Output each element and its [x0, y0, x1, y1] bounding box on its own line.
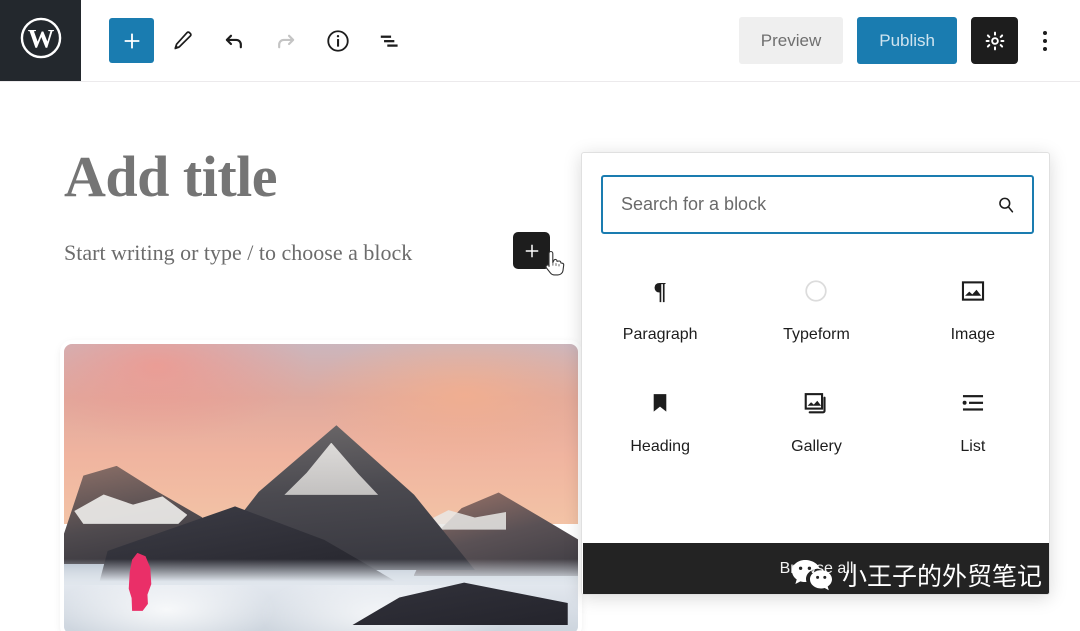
svg-text:W: W [27, 23, 54, 53]
block-label: Gallery [791, 438, 842, 456]
block-item-typeform[interactable]: Typeform [738, 268, 894, 352]
gear-icon [983, 29, 1007, 53]
more-options-button[interactable] [1032, 17, 1058, 64]
list-icon [959, 388, 987, 418]
mountain-photo [64, 344, 578, 631]
settings-button[interactable] [971, 17, 1018, 64]
image-block[interactable] [64, 344, 578, 631]
block-label: Paragraph [623, 326, 698, 344]
block-label: Heading [630, 438, 690, 456]
bookmark-icon [646, 388, 674, 418]
block-label: Typeform [783, 326, 850, 344]
list-view-icon [377, 28, 403, 54]
gallery-icon [802, 388, 830, 418]
paragraph-placeholder[interactable]: Start writing or type / to choose a bloc… [64, 240, 412, 266]
image-icon [959, 276, 987, 306]
block-type-grid: ¶ Paragraph Typeform [582, 268, 1050, 464]
post-title-placeholder[interactable]: Add title [64, 148, 277, 206]
tools-pencil-button[interactable] [158, 17, 206, 65]
three-dots-vertical-icon [1043, 31, 1047, 51]
block-label: Image [951, 326, 995, 344]
add-block-button[interactable] [109, 18, 154, 63]
search-input[interactable] [603, 194, 980, 215]
block-item-paragraph[interactable]: ¶ Paragraph [582, 268, 738, 352]
search-submit-button[interactable] [980, 177, 1032, 232]
circle-outline-icon [802, 276, 830, 306]
undo-button[interactable] [210, 17, 258, 65]
publish-button[interactable]: Publish [857, 17, 957, 64]
details-info-button[interactable] [314, 17, 362, 65]
pilcrow-icon: ¶ [646, 276, 674, 306]
block-search-field[interactable] [601, 175, 1034, 234]
toolbar-left-group [109, 17, 414, 65]
plus-icon [121, 30, 143, 52]
list-view-button[interactable] [366, 17, 414, 65]
browse-all-button[interactable]: Browse all [583, 543, 1050, 594]
redo-arrow-icon [273, 28, 299, 54]
block-item-image[interactable]: Image [895, 268, 1050, 352]
block-label: List [960, 438, 985, 456]
editor-toolbar: W [0, 0, 1080, 82]
plus-icon [522, 241, 542, 261]
block-item-list[interactable]: List [895, 380, 1050, 464]
redo-button[interactable] [262, 17, 310, 65]
svg-text:¶: ¶ [654, 278, 667, 305]
block-item-heading[interactable]: Heading [582, 380, 738, 464]
undo-arrow-icon [221, 28, 247, 54]
block-inserter-popover: ¶ Paragraph Typeform [581, 152, 1050, 595]
info-circle-icon [325, 28, 351, 54]
canvas-add-block-button[interactable] [513, 232, 550, 269]
preview-button[interactable]: Preview [739, 17, 843, 64]
browse-all-label: Browse all [780, 560, 854, 578]
toolbar-right-group: Preview Publish [739, 17, 1080, 64]
wordpress-logo-button[interactable]: W [0, 0, 81, 81]
wordpress-logo-icon: W [19, 16, 63, 65]
search-icon [995, 194, 1017, 216]
block-item-gallery[interactable]: Gallery [738, 380, 894, 464]
wordpress-editor-window: W [0, 0, 1080, 631]
pencil-icon [170, 29, 194, 53]
